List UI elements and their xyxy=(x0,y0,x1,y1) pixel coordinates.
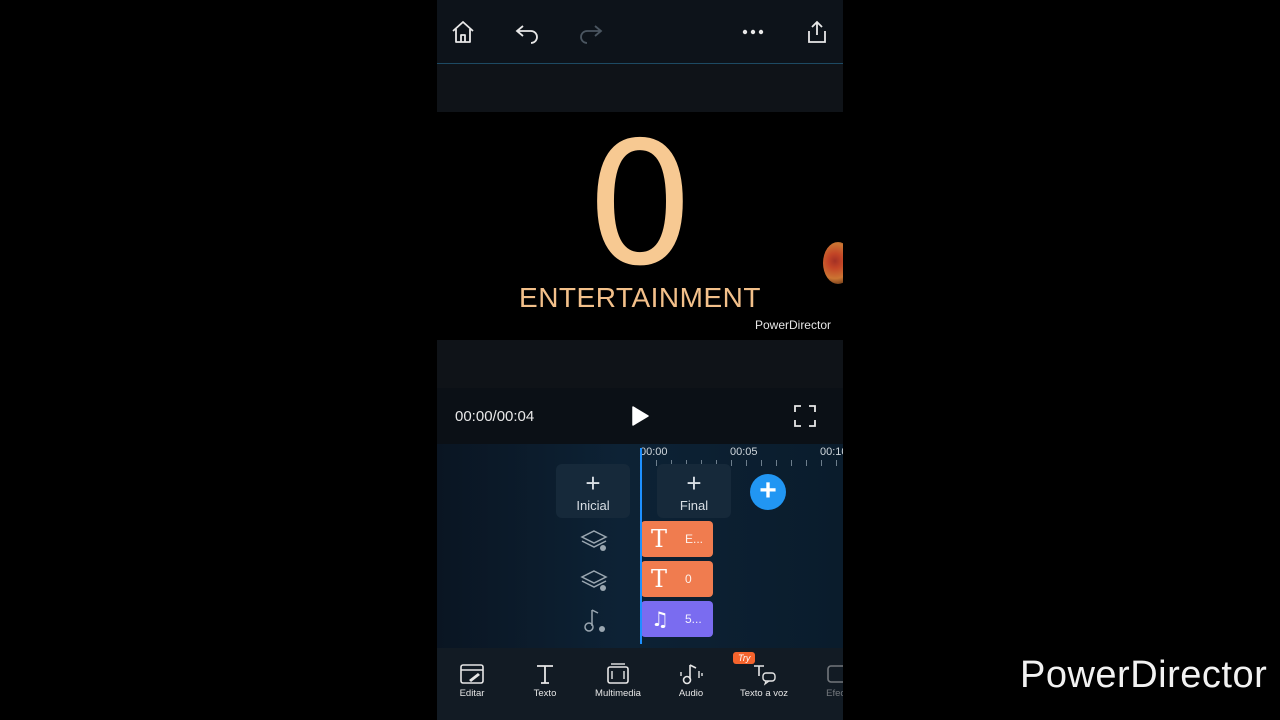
tool-label: Editar xyxy=(459,688,485,699)
add-media-button[interactable]: + xyxy=(750,474,786,510)
audio-icon xyxy=(680,664,703,685)
ruler-label: 00:05 xyxy=(730,446,758,458)
edit-icon xyxy=(460,664,484,684)
preview-padding-bottom xyxy=(437,340,843,388)
tool-label: Texto a voz xyxy=(739,688,789,699)
tool-efectos[interactable]: Efect xyxy=(802,662,843,699)
text-to-speech-icon xyxy=(754,665,776,686)
fullscreen-icon[interactable] xyxy=(793,404,817,428)
plus-icon: + xyxy=(585,468,601,498)
more-icon[interactable] xyxy=(737,16,769,48)
tool-editar[interactable]: Editar xyxy=(437,662,507,699)
video-preview[interactable]: 0 ENTERTAINMENT PowerDirector xyxy=(437,112,843,340)
watermark: PowerDirector xyxy=(754,318,831,332)
preview-padding-top xyxy=(437,64,843,112)
timecode: 00:00/00:04 xyxy=(455,408,535,425)
title-clip[interactable]: T 0 xyxy=(641,561,713,597)
music-clip[interactable]: ♫ 5... xyxy=(641,601,713,637)
text-icon: T xyxy=(651,525,668,553)
ruler-label: 00:10 xyxy=(820,446,843,458)
clip-label: E... xyxy=(685,532,704,546)
music-track-icon[interactable] xyxy=(579,606,609,636)
tool-texto-a-voz[interactable]: Texto a voz xyxy=(729,662,799,699)
app-window: 0 ENTERTAINMENT PowerDirector 00:00/00:0… xyxy=(437,0,843,720)
brand-watermark: PowerDirector xyxy=(1020,654,1268,696)
tool-multimedia[interactable]: Multimedia xyxy=(583,662,653,699)
plus-icon: + xyxy=(686,468,702,498)
top-toolbar xyxy=(437,0,843,64)
undo-icon[interactable] xyxy=(511,16,543,48)
playhead[interactable] xyxy=(640,448,642,644)
layer-icon[interactable] xyxy=(579,526,609,556)
text-icon: T xyxy=(651,565,668,593)
clip-label: 5... xyxy=(685,612,702,626)
tool-label: Multimedia xyxy=(595,688,641,699)
media-icon xyxy=(607,663,629,684)
add-start-button[interactable]: + Inicial xyxy=(556,464,630,518)
redo-icon[interactable] xyxy=(575,16,607,48)
play-icon[interactable] xyxy=(629,405,651,427)
bottom-toolbar: Editar Texto Multimedia Audio Try Texto … xyxy=(437,648,843,720)
music-note-icon: ♫ xyxy=(651,607,669,631)
ruler-label: 00:00 xyxy=(640,446,668,458)
tool-audio[interactable]: Audio xyxy=(656,662,726,699)
preview-big-text: 0 xyxy=(585,112,695,304)
effects-icon xyxy=(827,665,843,683)
preview-title-text: ENTERTAINMENT xyxy=(519,282,761,313)
tool-label: Audio xyxy=(678,688,704,699)
timeline[interactable]: 00:00 00:05 00:10 + Inicial + Final + T … xyxy=(437,444,843,648)
title-clip[interactable]: T E... xyxy=(641,521,713,557)
home-icon[interactable] xyxy=(447,16,479,48)
add-end-button[interactable]: + Final xyxy=(657,464,731,518)
export-icon[interactable] xyxy=(801,16,833,48)
tool-texto[interactable]: Texto xyxy=(510,662,580,699)
clip-label: 0 xyxy=(685,572,692,586)
tool-label: Texto xyxy=(533,688,557,699)
playback-controls: 00:00/00:04 xyxy=(437,388,843,444)
layer-icon[interactable] xyxy=(579,566,609,596)
tool-label: Efect xyxy=(826,688,843,699)
add-end-label: Final xyxy=(679,498,709,513)
add-start-label: Inicial xyxy=(576,498,610,513)
text-icon xyxy=(537,665,553,684)
